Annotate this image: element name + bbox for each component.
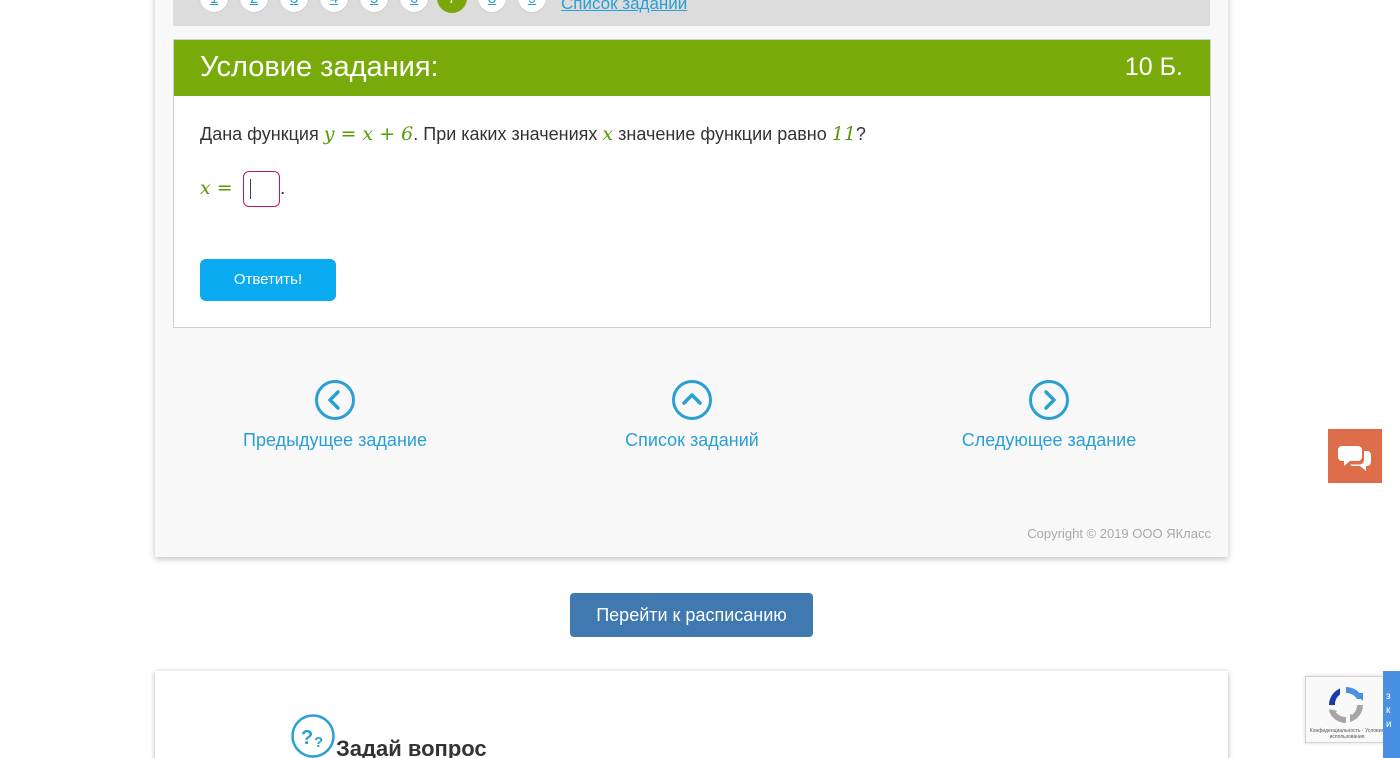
next-task-label: Следующее задание <box>961 430 1137 450</box>
next-task-link[interactable]: Следующее задание <box>919 380 1179 451</box>
question-marks-icon[interactable]: ? ? <box>291 714 335 758</box>
question-end: ? <box>855 124 866 144</box>
chevron-left-circle-icon <box>315 380 355 420</box>
pager-page-7-current[interactable]: 7 <box>437 0 467 13</box>
ask-question-label[interactable]: Задай вопрос <box>336 736 487 758</box>
recaptcha-badge[interactable]: Конфиденциальность - Условия использован… <box>1305 676 1387 743</box>
go-to-schedule-button[interactable]: Перейти к расписанию <box>570 593 813 637</box>
side-tab[interactable]: з к и <box>1383 671 1400 758</box>
chat-button[interactable] <box>1328 429 1382 483</box>
pager-task-list-link[interactable]: Список заданий <box>561 0 687 14</box>
text-caret <box>249 179 251 199</box>
task-list-label: Список заданий <box>625 430 759 450</box>
question-suffix: значение функции равно <box>613 124 832 144</box>
answer-input[interactable] <box>242 171 280 207</box>
chat-bubbles-icon <box>1338 446 1371 471</box>
recaptcha-logo-icon <box>1329 687 1363 723</box>
answer-row: x = . <box>200 171 285 207</box>
chevron-up-circle-icon <box>672 380 712 420</box>
pager-page-3[interactable]: 3 <box>279 0 309 13</box>
task-list-link[interactable]: Список заданий <box>562 380 822 451</box>
pager-page-5[interactable]: 5 <box>359 0 389 13</box>
recaptcha-privacy-terms[interactable]: Конфиденциальность - Условия использован… <box>1308 728 1386 740</box>
svg-text:?: ? <box>314 734 323 751</box>
chevron-right-circle-icon <box>1029 380 1069 420</box>
pager-page-1[interactable]: 1 <box>199 0 229 13</box>
pager-page-8[interactable]: 8 <box>477 0 507 13</box>
question-prefix: Дана функция <box>200 124 324 144</box>
task-question: Дана функция y = x + 6. При каких значен… <box>200 123 866 145</box>
copyright: Copyright © 2019 ООО ЯКласс <box>1027 526 1211 541</box>
task-header: Условие задания: 10 Б. <box>174 40 1210 96</box>
side-tab-line-2: к <box>1386 705 1391 716</box>
question-formula: y = x + 6 <box>323 123 414 145</box>
answer-period: . <box>279 178 286 200</box>
question-value: 11 <box>831 123 856 145</box>
prev-task-link[interactable]: Предыдущее задание <box>205 380 465 451</box>
task-panel: Условие задания: 10 Б. Дана функция y = … <box>173 39 1211 328</box>
pager-page-9[interactable]: 9 <box>517 0 547 13</box>
page: 1 2 3 4 5 6 7 8 9 Список заданий Условие… <box>0 0 1400 758</box>
pager-page-6[interactable]: 6 <box>399 0 429 13</box>
task-pager: 1 2 3 4 5 6 7 8 9 Список заданий <box>173 0 1210 26</box>
submit-answer-button[interactable]: Ответить! <box>200 259 336 301</box>
pager-page-2[interactable]: 2 <box>239 0 269 13</box>
svg-text:?: ? <box>301 727 313 749</box>
side-tab-line-3: и <box>1386 719 1392 730</box>
question-variable: x <box>602 123 614 145</box>
question-middle: . При каких значениях <box>413 124 603 144</box>
pager-page-4[interactable]: 4 <box>319 0 349 13</box>
side-tab-line-1: з <box>1386 691 1391 702</box>
answer-label: x = <box>200 177 233 200</box>
task-points: 10 Б. <box>1124 53 1183 81</box>
prev-task-label: Предыдущее задание <box>243 430 427 450</box>
task-title: Условие задания: <box>200 51 439 83</box>
